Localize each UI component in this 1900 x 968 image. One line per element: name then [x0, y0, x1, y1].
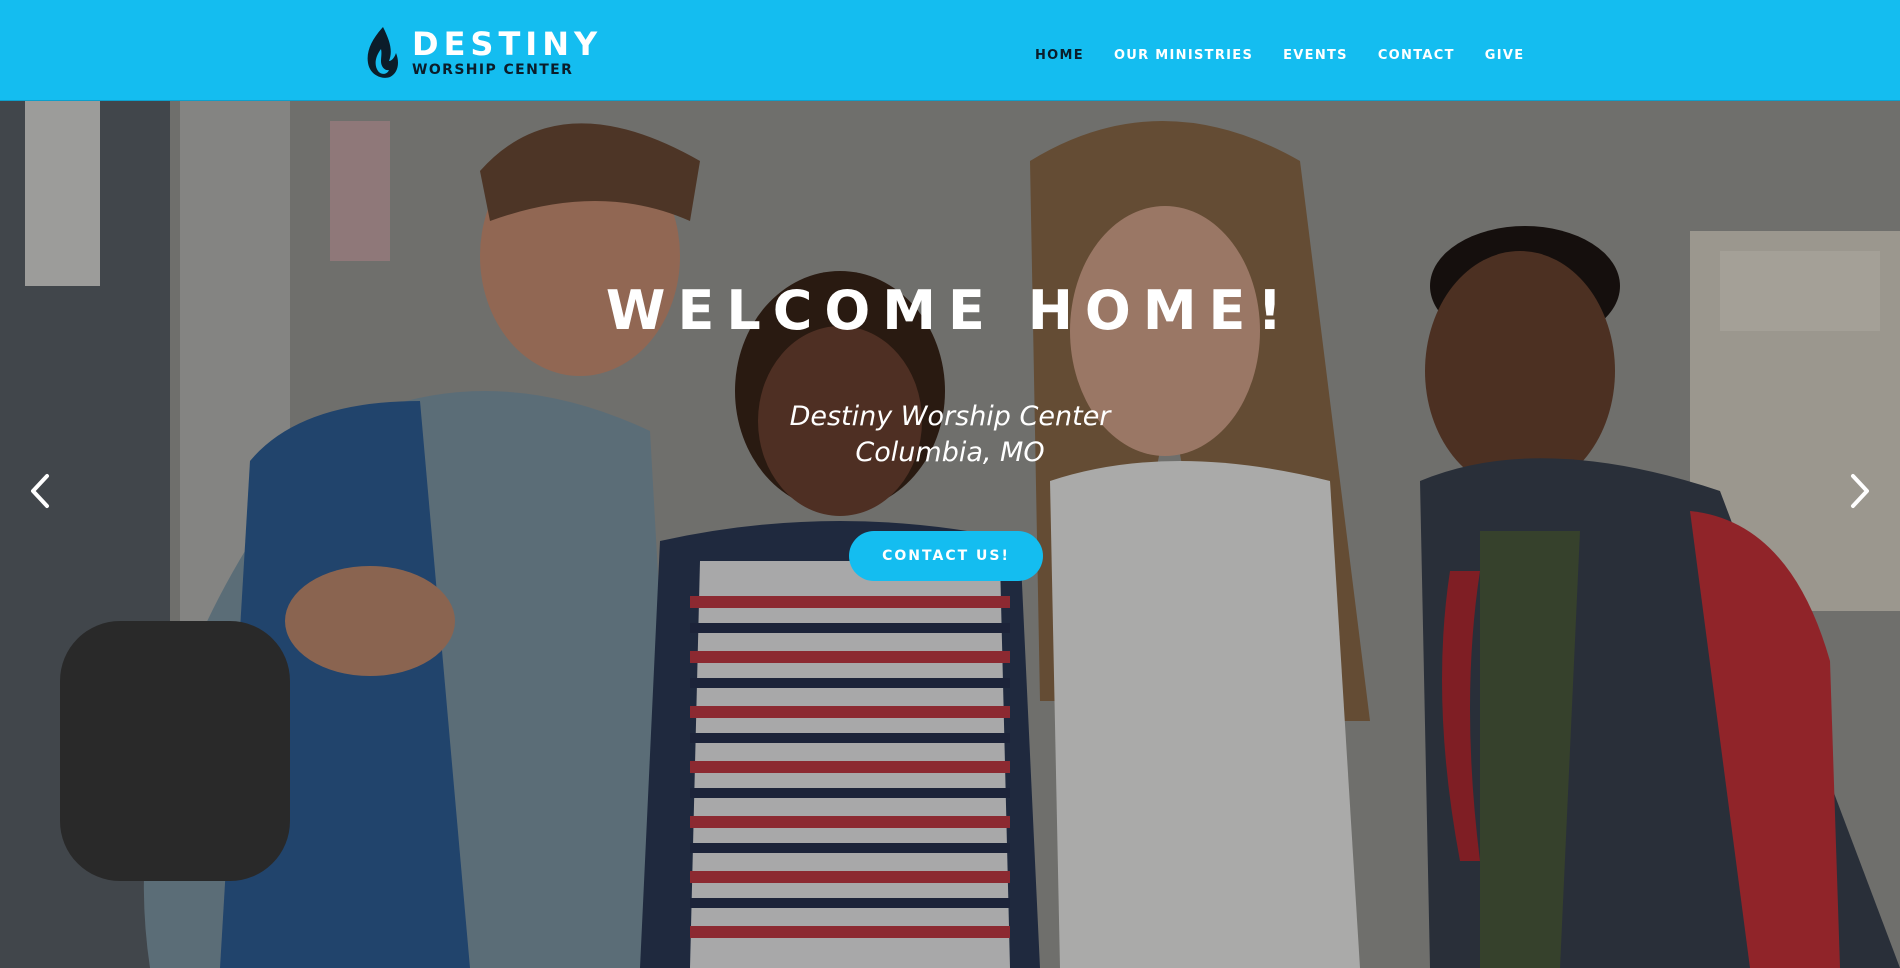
chevron-right-icon: [1851, 474, 1869, 508]
hero-title: WELCOME HOME!: [605, 279, 1295, 342]
chevron-left-icon: [31, 474, 49, 508]
logo-title: DESTINY: [412, 25, 603, 63]
hero-subtitle-line-1: Destiny Worship Center: [789, 401, 1111, 432]
logo-subtitle: WORSHIP CENTER: [412, 62, 574, 78]
contact-us-button[interactable]: CONTACT US!: [849, 531, 1043, 581]
site-header: DESTINY WORSHIP CENTER HOME OUR MINISTRI…: [0, 0, 1900, 101]
flame-icon: [367, 27, 398, 78]
site-logo[interactable]: DESTINY WORSHIP CENTER: [364, 25, 602, 81]
slideshow-prev-button[interactable]: [20, 466, 60, 516]
slideshow-next-button[interactable]: [1840, 466, 1880, 516]
hero-subtitle-line-2: Columbia, MO: [855, 437, 1045, 468]
main-nav: HOME OUR MINISTRIES EVENTS CONTACT GIVE: [1035, 48, 1524, 63]
nav-item-contact[interactable]: CONTACT: [1378, 48, 1455, 63]
nav-item-home[interactable]: HOME: [1035, 48, 1084, 63]
nav-item-give[interactable]: GIVE: [1485, 48, 1525, 63]
nav-item-events[interactable]: EVENTS: [1283, 48, 1348, 63]
nav-item-our-ministries[interactable]: OUR MINISTRIES: [1114, 48, 1253, 63]
hero-subtitle: Destiny Worship Center Columbia, MO: [0, 399, 1900, 471]
hero-slideshow: WELCOME HOME! Destiny Worship Center Col…: [0, 101, 1900, 968]
logo-text: DESTINY WORSHIP CENTER: [412, 28, 602, 78]
